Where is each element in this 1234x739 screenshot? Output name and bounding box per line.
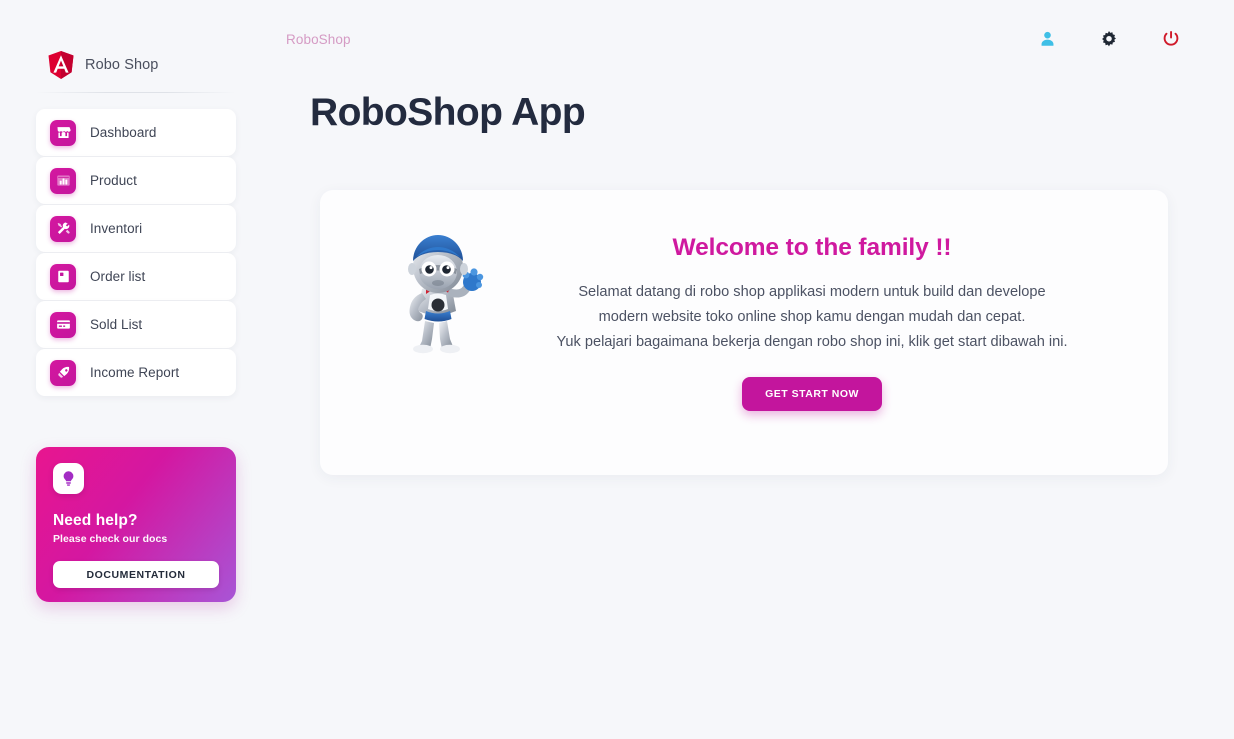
lightbulb-icon bbox=[53, 463, 84, 494]
credit-card-icon bbox=[50, 311, 76, 338]
sidebar-item-order-list[interactable]: Order list bbox=[36, 253, 236, 300]
welcome-body: Welcome to the family !! Selamat datang … bbox=[484, 232, 1132, 411]
robot-mascot-image bbox=[408, 235, 484, 354]
page-title: RoboShop App bbox=[310, 91, 586, 134]
get-start-now-button[interactable]: GET START NOW bbox=[742, 377, 882, 411]
help-card-title: Need help? bbox=[53, 512, 138, 529]
sidebar-divider bbox=[36, 92, 236, 93]
topbar: RoboShop bbox=[272, 0, 1234, 78]
sidebar-item-label: Inventori bbox=[90, 221, 143, 236]
brand[interactable]: Robo Shop bbox=[0, 0, 272, 92]
robot-mascot bbox=[392, 235, 484, 355]
rocket-icon bbox=[50, 359, 76, 386]
gear-icon bbox=[1102, 31, 1116, 47]
sidebar-item-product[interactable]: Product bbox=[36, 157, 236, 204]
main-content: RoboShop RoboShop App Welcome to the fam… bbox=[272, 0, 1234, 739]
welcome-card: Welcome to the family !! Selamat datang … bbox=[320, 190, 1168, 475]
sidebar-item-label: Income Report bbox=[90, 365, 180, 380]
logout-button[interactable] bbox=[1160, 28, 1182, 50]
sidebar-item-label: Sold List bbox=[90, 317, 143, 332]
sidebar-item-dashboard[interactable]: Dashboard bbox=[36, 109, 236, 156]
sidebar-item-label: Dashboard bbox=[90, 125, 157, 140]
power-icon bbox=[1163, 31, 1179, 46]
sidebar-item-inventori[interactable]: Inventori bbox=[36, 205, 236, 252]
help-card-subtitle: Please check our docs bbox=[53, 533, 168, 545]
bar-chart-icon bbox=[50, 167, 76, 194]
brand-name: Robo Shop bbox=[85, 57, 159, 73]
angular-shield-logo-icon bbox=[48, 51, 74, 79]
settings-button[interactable] bbox=[1098, 28, 1120, 50]
profile-icon bbox=[1041, 31, 1053, 46]
welcome-text-line-3: Yuk pelajari bagaimana bekerja dengan ro… bbox=[556, 334, 1068, 350]
topbar-actions bbox=[1036, 28, 1182, 50]
store-icon bbox=[50, 119, 76, 146]
help-card: Need help? Please check our docs DOCUMEN… bbox=[36, 447, 236, 602]
welcome-heading: Welcome to the family !! bbox=[672, 234, 952, 261]
sidebar-item-label: Product bbox=[90, 173, 137, 188]
welcome-text-line-2: modern website toko online shop kamu den… bbox=[598, 309, 1026, 325]
breadcrumb[interactable]: RoboShop bbox=[286, 32, 351, 47]
sidebar-item-income-report[interactable]: Income Report bbox=[36, 349, 236, 396]
welcome-text-line-1: Selamat datang di robo shop applikasi mo… bbox=[578, 284, 1046, 300]
cta-wrap: GET START NOW bbox=[506, 377, 1118, 411]
welcome-text: Selamat datang di robo shop applikasi mo… bbox=[506, 280, 1118, 355]
documentation-button[interactable]: DOCUMENTATION bbox=[53, 561, 219, 588]
app-root: Robo Shop Dashboard Product Inventori Or… bbox=[0, 0, 1234, 739]
profile-button[interactable] bbox=[1036, 28, 1058, 50]
tools-icon bbox=[50, 215, 76, 242]
document-icon bbox=[50, 263, 76, 290]
sidebar-nav: Dashboard Product Inventori Order list S… bbox=[36, 109, 236, 396]
sidebar: Robo Shop Dashboard Product Inventori Or… bbox=[0, 0, 272, 739]
sidebar-item-label: Order list bbox=[90, 269, 146, 284]
sidebar-item-sold-list[interactable]: Sold List bbox=[36, 301, 236, 348]
